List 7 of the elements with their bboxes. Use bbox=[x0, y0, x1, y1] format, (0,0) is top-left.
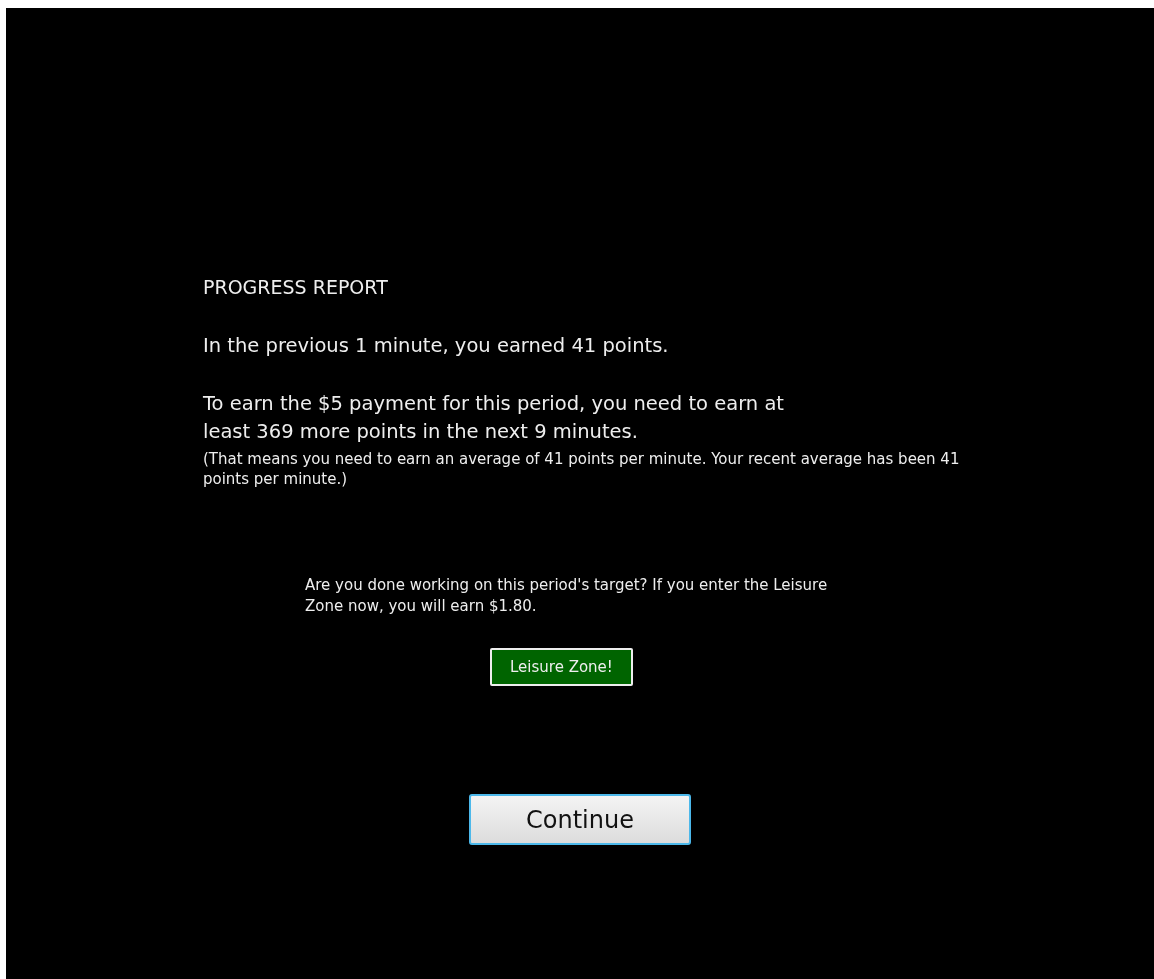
report-heading: PROGRESS REPORT bbox=[203, 275, 389, 300]
leisure-zone-button[interactable]: Leisure Zone! bbox=[490, 647, 633, 687]
question-text: Are you done working on this period's target? If you enter the Leisure Zone now, you will earn $1.80. bbox=[305, 575, 829, 616]
report-text: In the previous 1 minute, you earned 41 points. bbox=[203, 332, 670, 359]
report-note: (That means you need to earn an average of 41 points per minute. Your recent average has been 41 points per minute.) bbox=[203, 450, 961, 490]
report-text: To earn the $5 payment for this period, you need to earn at least 369 more points in the next 9 minutes. bbox=[203, 390, 785, 446]
continue-button[interactable]: Continue bbox=[469, 794, 691, 846]
